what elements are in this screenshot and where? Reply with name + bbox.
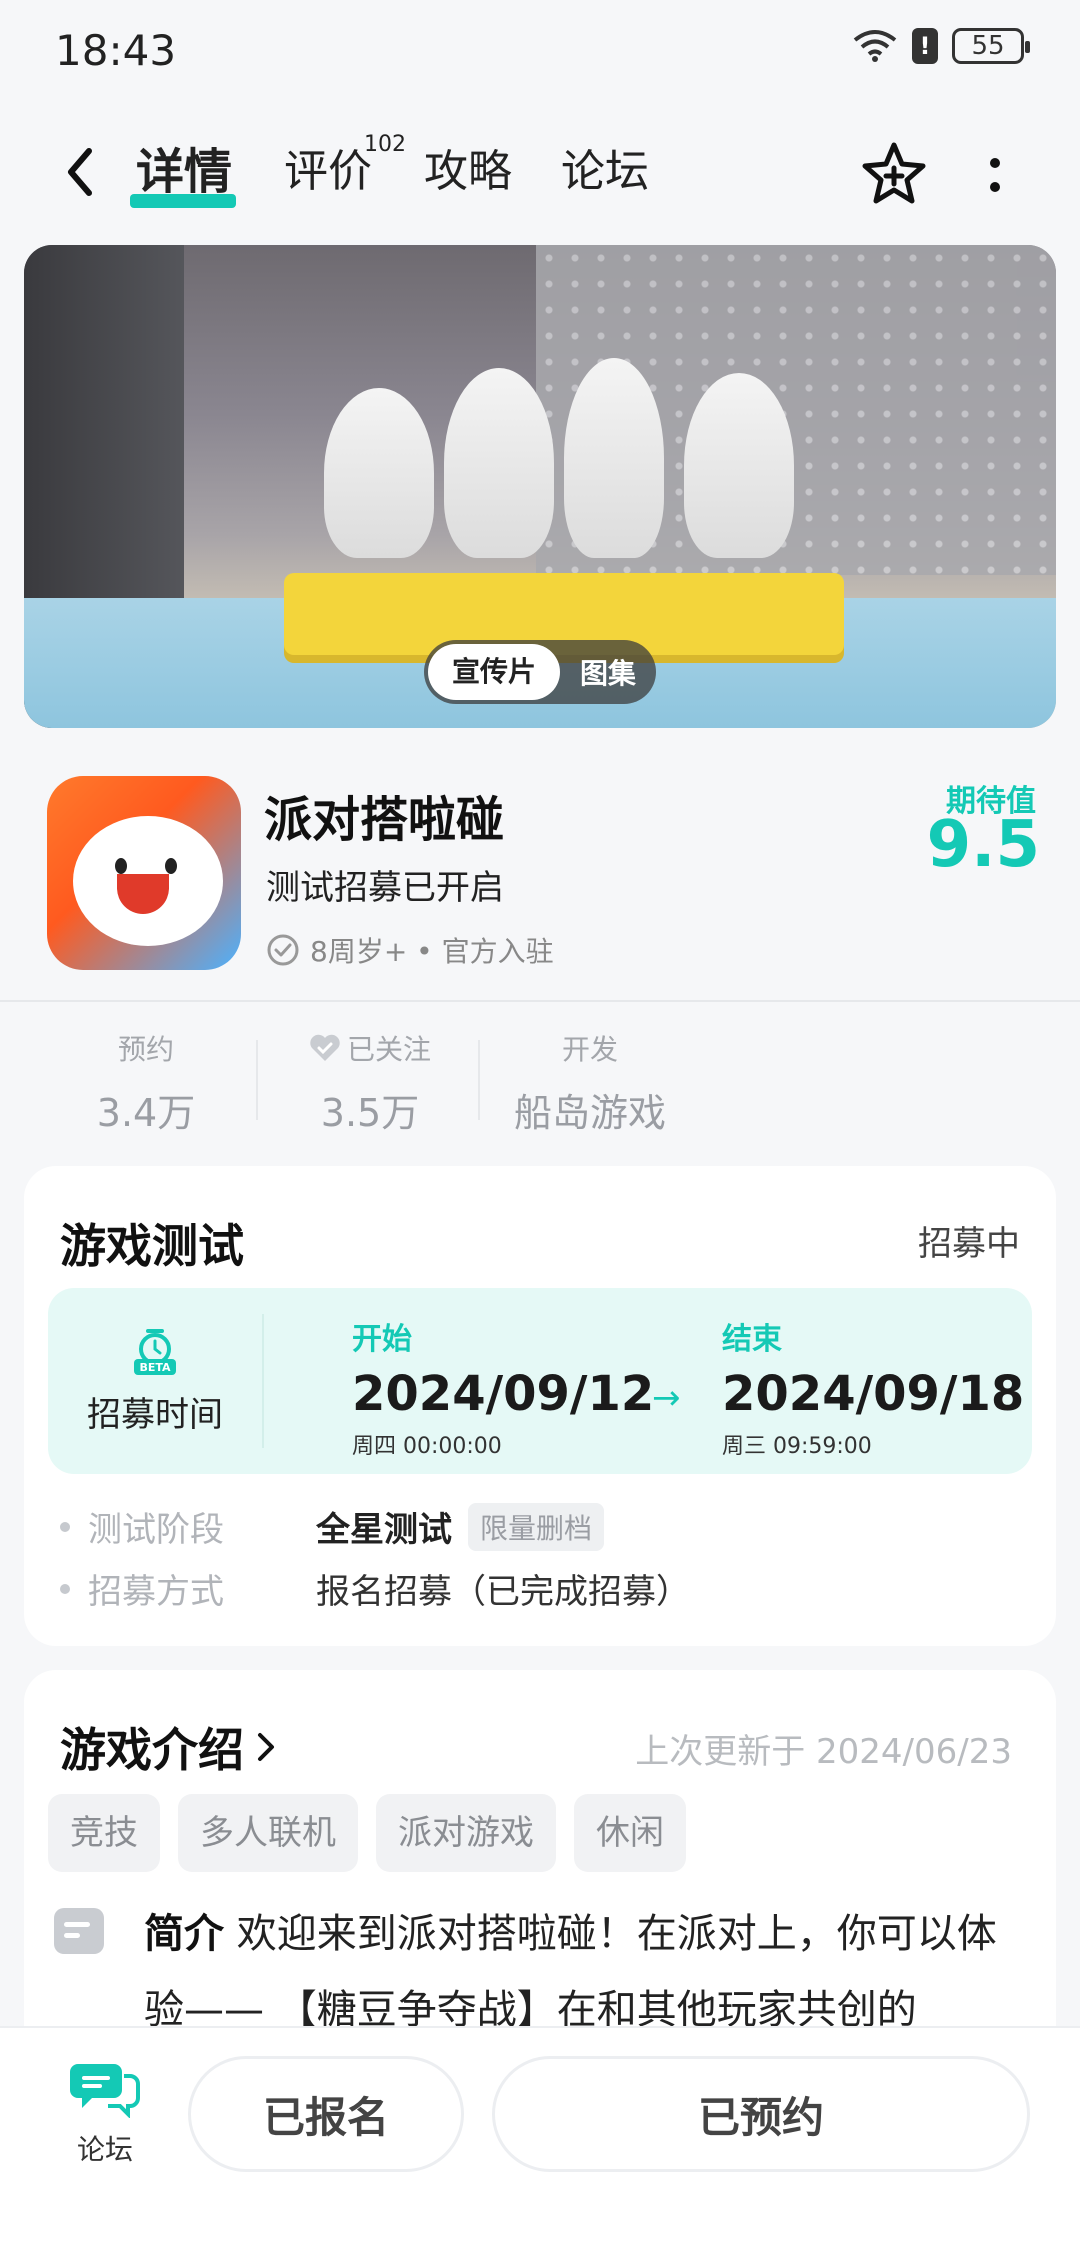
stat-value: 3.5万 [320,1091,420,1135]
end-time: 结束 2024/09/18 周三 09:59:00 [722,1314,1024,1460]
recruit-time-label: 招募时间 [87,1394,223,1435]
back-button[interactable] [50,142,110,202]
start-date: 2024/09/12 [352,1366,655,1422]
stat-followers[interactable]: 已关注 3.5万 [300,1028,440,1137]
test-stage-value: 全星测试 [316,1510,452,1550]
recruit-time-box: BETA 招募时间 开始 2024/09/12 周四 00:00:00 → 结束… [48,1288,1032,1474]
tab-forum-label: 论坛 [561,146,649,197]
bullet-dot [60,1521,70,1532]
review-count-badge: 102 [364,132,406,157]
game-icon-eye [115,858,127,874]
end-label: 结束 [722,1322,782,1357]
recruit-time-label-col: BETA 招募时间 [48,1288,262,1474]
beta-timer-icon: BETA [134,1328,176,1375]
game-test-title: 游戏测试 [60,1219,244,1273]
genre-tag[interactable]: 竞技 [48,1794,160,1872]
banner-figure [324,388,434,558]
top-nav: 详情 评价 102 攻略 论坛 [0,120,1080,230]
promo-banner[interactable]: 宣传片 图集 [24,245,1056,728]
status-time: 18:43 [55,26,177,75]
test-stage-tag: 限量删档 [468,1502,605,1551]
beta-label: BETA [139,1361,171,1374]
game-test-card: 游戏测试 招募中 BETA 招募时间 开始 2024/09/12 周四 00:0… [24,1166,1056,1646]
game-meta: 8周岁+ • 官方入驻 [266,930,554,970]
media-toggle: 宣传片 图集 [424,640,656,704]
tab-guides[interactable]: 攻略 [424,142,512,202]
stat-label: 已关注 [346,1033,431,1066]
back-arrow-icon [68,148,92,196]
start-label: 开始 [352,1322,412,1357]
gallery-toggle[interactable]: 图集 [560,652,636,692]
stat-label: 预约 [117,1033,174,1066]
recruit-method-value: 报名招募（已完成招募） [316,1572,690,1612]
bullet-dot [60,1583,70,1594]
game-intro-title: 游戏介绍 [60,1723,244,1777]
start-sub: 周四 00:00:00 [352,1434,502,1459]
tab-reviews[interactable]: 评价 [284,142,372,202]
game-meta-text: 8周岁+ • 官方入驻 [310,935,554,968]
tab-guides-label: 攻略 [424,146,512,197]
divider [0,1000,1080,1002]
game-icon [47,776,241,970]
more-vertical-icon [990,158,1000,192]
intro-updated-date: 上次更新于 2024/06/23 [635,1732,1012,1772]
trailer-toggle[interactable]: 宣传片 [428,644,561,700]
summary-label: 简介 [144,1911,224,1957]
stat-reservations: 预约 3.4万 [96,1028,196,1137]
battery-icon: 55 [952,28,1030,64]
end-sub: 周三 09:59:00 [722,1434,872,1459]
forum-button[interactable]: 论坛 [60,2058,150,2168]
tab-details-label: 详情 [136,144,233,200]
stat-value: 3.4万 [96,1091,196,1135]
tab-reviews-label: 评价 [284,146,372,197]
recruit-status: 招募中 [918,1224,1020,1264]
recruit-method-row: 招募方式 报名招募（已完成招募） [60,1564,690,1613]
wifi-icon [853,30,897,62]
stat-value: 船岛游戏 [513,1091,666,1135]
heart-check-icon [310,1034,340,1061]
tab-forum[interactable]: 论坛 [561,142,649,202]
status-icons: ! 55 [852,28,1030,64]
time-separator [262,1314,264,1448]
more-button[interactable] [975,150,1015,200]
test-stage-row: 测试阶段 全星测试 限量删档 [60,1502,605,1551]
genre-tag[interactable]: 派对游戏 [376,1794,556,1872]
game-intro-card: 游戏介绍 上次更新于 2024/06/23 竞技 多人联机 派对游戏 休闲 简介… [24,1670,1056,2070]
genre-tags: 竞技 多人联机 派对游戏 休闲 [48,1794,686,1872]
forum-label: 论坛 [76,2133,133,2166]
test-stage-key: 测试阶段 [88,1510,224,1550]
start-time: 开始 2024/09/12 周四 00:00:00 [352,1314,654,1460]
expect-score: 9.5 [926,808,1040,882]
tab-details[interactable]: 详情 [130,142,237,208]
banner-figure [444,368,554,558]
star-plus-icon [862,142,926,204]
recruit-method-key: 招募方式 [88,1572,224,1612]
chevron-right-icon [258,1733,274,1761]
genre-tag[interactable]: 多人联机 [178,1794,358,1872]
bottom-action-bar: 论坛 已报名 已预约 [0,2026,1080,2244]
summary-text: 欢迎来到派对搭啦碰！在派对上，你可以体验—— 【糖豆争夺战】在和其他玩家共创的 [144,1911,997,2033]
reserved-button[interactable]: 已预约 [492,2056,1030,2172]
genre-tag[interactable]: 休闲 [574,1794,686,1872]
end-date: 2024/09/18 [722,1366,1025,1422]
banner-figure [564,358,664,558]
stat-label-row: 已关注 [300,1028,440,1068]
arrow-right-icon: → [652,1378,681,1418]
game-title: 派对搭啦碰 [264,792,505,848]
favorite-button[interactable] [860,140,928,208]
alert-icon: ! [912,28,938,64]
status-bar: 18:43 ! 55 [0,0,1080,100]
stat-separator [478,1040,480,1120]
game-subtitle: 测试招募已开启 [266,868,504,908]
stat-separator [256,1040,258,1120]
banner-figure [684,373,794,558]
registered-button[interactable]: 已报名 [188,2056,464,2172]
summary-icon [54,1908,104,1954]
check-circle-icon [267,934,299,966]
chat-bubble-icon [70,2064,140,2119]
game-icon-eye [165,858,177,874]
stat-label: 开发 [561,1033,618,1066]
game-intro-link[interactable]: 游戏介绍 [60,1714,278,1780]
stat-developer[interactable]: 开发 船岛游戏 [505,1028,675,1137]
